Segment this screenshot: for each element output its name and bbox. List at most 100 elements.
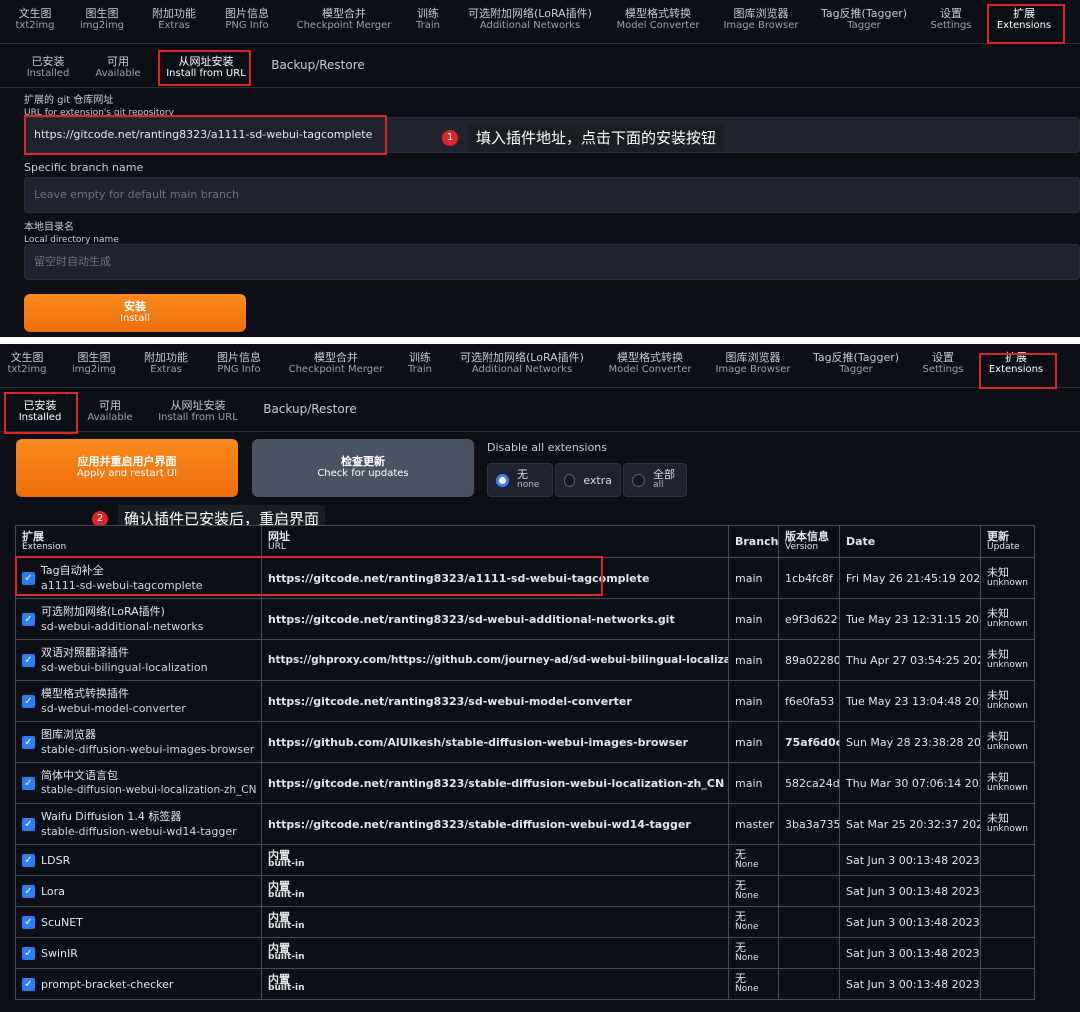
subtab-available[interactable]: 可用 Available bbox=[92, 56, 144, 80]
subtab-backup-restore[interactable]: Backup/Restore bbox=[270, 59, 366, 71]
update-cell: 未知 unknown bbox=[980, 721, 1035, 763]
tab-txt2img[interactable]: 文生图 txt2img bbox=[14, 8, 56, 32]
tab-png-info[interactable]: 图片信息 PNG Info bbox=[220, 8, 274, 32]
extension-cell: ✓ 模型格式转换插件 sd-webui-model-converter bbox=[15, 680, 262, 722]
enable-checkbox[interactable]: ✓ bbox=[22, 915, 35, 929]
date-cell: Sat Jun 3 00:13:48 2023 bbox=[839, 906, 981, 938]
radio-none[interactable]: 无 none bbox=[487, 463, 553, 497]
tab-label-en: PNG Info bbox=[225, 20, 269, 31]
url-link[interactable]: https://gitcode.net/ranting8323/stable-d… bbox=[261, 762, 729, 804]
subtab-label-en: Install from URL bbox=[166, 68, 246, 79]
tab-checkpoint-merger[interactable]: 模型合并 Checkpoint Merger bbox=[296, 8, 392, 32]
update-cell: 未知 unknown bbox=[980, 598, 1035, 640]
version-cell: 89a02280 bbox=[778, 639, 840, 681]
tab-label-cn: 模型合并 bbox=[314, 351, 358, 364]
enable-checkbox[interactable]: ✓ bbox=[22, 884, 35, 898]
subtab-install-from-url[interactable]: 从网址安装 Install from URL bbox=[156, 400, 240, 424]
tab-model-converter[interactable]: 模型格式转换 Model Converter bbox=[606, 352, 694, 376]
enable-checkbox[interactable]: ✓ bbox=[22, 776, 35, 790]
tab-label-cn: 可选附加网络(LoRA插件) bbox=[468, 7, 592, 20]
local-dir-label: 本地目录名 Local directory name bbox=[24, 222, 119, 246]
local-dir-input[interactable]: 留空时自动生成 bbox=[24, 244, 1080, 280]
extension-title: Tag自动补全 bbox=[41, 564, 104, 577]
git-url-label: 扩展的 git 仓库网址 URL for extension's git repo… bbox=[24, 95, 174, 119]
branch-en: None bbox=[735, 984, 759, 994]
tab-extensions[interactable]: 扩展 Extensions bbox=[984, 352, 1048, 376]
tab-settings[interactable]: 设置 Settings bbox=[926, 8, 976, 32]
subtab-install-from-url[interactable]: 从网址安装 Install from URL bbox=[164, 56, 248, 80]
enable-checkbox[interactable]: ✓ bbox=[22, 571, 35, 585]
tab-label-en: Settings bbox=[922, 364, 964, 375]
tab-extensions[interactable]: 扩展 Extensions bbox=[992, 8, 1056, 32]
update-cell: 未知 unknown bbox=[980, 762, 1035, 804]
branch-en: None bbox=[735, 922, 759, 932]
enable-checkbox[interactable]: ✓ bbox=[22, 946, 35, 960]
radio-all[interactable]: 全部 all bbox=[623, 463, 687, 497]
tab-additional-networks[interactable]: 可选附加网络(LoRA插件) Additional Networks bbox=[464, 8, 596, 32]
subtab-available[interactable]: 可用 Available bbox=[84, 400, 136, 424]
subtab-label-cn: 可用 bbox=[99, 399, 121, 412]
subtab-installed[interactable]: 已安装 Installed bbox=[24, 56, 72, 80]
table-row: ✓ Tag自动补全 a1111-sd-webui-tagcomplete https… bbox=[15, 557, 1035, 599]
url-link[interactable]: https://gitcode.net/ranting8323/a1111-sd… bbox=[261, 557, 729, 599]
extension-name: 双语对照翻译插件 sd-webui-bilingual-localization bbox=[41, 645, 208, 675]
tab-img2img[interactable]: 图生图 img2img bbox=[78, 8, 126, 32]
url-link[interactable]: https://gitcode.net/ranting8323/sd-webui… bbox=[261, 598, 729, 640]
tab-image-browser[interactable]: 图库浏览器 Image Browser bbox=[720, 8, 802, 32]
branch-name-input[interactable]: Leave empty for default main branch bbox=[24, 177, 1080, 213]
tab-label-cn: 设置 bbox=[932, 351, 954, 364]
url-link[interactable]: https://gitcode.net/ranting8323/sd-webui… bbox=[261, 680, 729, 722]
tab-checkpoint-merger[interactable]: 模型合并 Checkpoint Merger bbox=[288, 352, 384, 376]
extension-title: 双语对照翻译插件 bbox=[41, 646, 129, 659]
url-cell: 内置 built-in bbox=[261, 906, 729, 938]
tab-txt2img[interactable]: 文生图 txt2img bbox=[6, 352, 48, 376]
radio-extra[interactable]: extra bbox=[555, 463, 621, 497]
subtab-label-en: Install from URL bbox=[158, 412, 238, 423]
version-cell bbox=[778, 937, 840, 969]
subtab-backup-restore[interactable]: Backup/Restore bbox=[262, 403, 358, 415]
enable-checkbox[interactable]: ✓ bbox=[22, 612, 35, 626]
enable-checkbox[interactable]: ✓ bbox=[22, 853, 35, 867]
update-cell bbox=[980, 906, 1035, 938]
enable-checkbox[interactable]: ✓ bbox=[22, 977, 35, 991]
update-en: unknown bbox=[987, 824, 1028, 834]
tab-label-cn: 文生图 bbox=[18, 7, 52, 20]
annotation-step-1: 1 填入插件地址，点击下面的安装按钮 bbox=[442, 123, 725, 152]
button-label-cn: 检查更新 bbox=[341, 455, 385, 468]
tab-additional-networks[interactable]: 可选附加网络(LoRA插件) Additional Networks bbox=[456, 352, 588, 376]
date-cell: Sat Jun 3 00:13:48 2023 bbox=[839, 968, 981, 1000]
tab-train[interactable]: 训练 Train bbox=[402, 352, 438, 376]
tab-label-cn: 图片信息 bbox=[217, 351, 261, 364]
button-label-en: Check for updates bbox=[317, 468, 409, 479]
tab-label-cn: 扩展 bbox=[1005, 351, 1027, 364]
tab-settings[interactable]: 设置 Settings bbox=[918, 352, 968, 376]
check-updates-button[interactable]: 检查更新 Check for updates bbox=[252, 439, 474, 497]
tab-extras[interactable]: 附加功能 Extras bbox=[148, 8, 200, 32]
tab-image-browser[interactable]: 图库浏览器 Image Browser bbox=[712, 352, 794, 376]
enable-checkbox[interactable]: ✓ bbox=[22, 817, 35, 831]
extension-cell: ✓ SwinIR bbox=[15, 937, 262, 969]
tab-model-converter[interactable]: 模型格式转换 Model Converter bbox=[614, 8, 702, 32]
apply-restart-button[interactable]: 应用并重启用户界面 Apply and restart UI bbox=[16, 439, 238, 497]
tab-train[interactable]: 训练 Train bbox=[410, 8, 446, 32]
update-cell: 未知 unknown bbox=[980, 680, 1035, 722]
radio-label: 全部 all bbox=[653, 469, 675, 491]
enable-checkbox[interactable]: ✓ bbox=[22, 653, 35, 667]
enable-checkbox[interactable]: ✓ bbox=[22, 735, 35, 749]
tab-label-en: Extensions bbox=[988, 364, 1044, 375]
url-link[interactable]: https://ghproxy.com/https://github.com/j… bbox=[261, 639, 729, 681]
tab-label-en: Train bbox=[416, 20, 440, 31]
update-cell bbox=[980, 875, 1035, 907]
tab-tagger[interactable]: Tag反推(Tagger) Tagger bbox=[810, 352, 902, 376]
enable-checkbox[interactable]: ✓ bbox=[22, 694, 35, 708]
tab-png-info[interactable]: 图片信息 PNG Info bbox=[212, 352, 266, 376]
tab-img2img[interactable]: 图生图 img2img bbox=[70, 352, 118, 376]
update-cell: 未知 unknown bbox=[980, 803, 1035, 845]
url-link[interactable]: https://github.com/AlUlkesh/stable-diffu… bbox=[261, 721, 729, 763]
subtab-installed[interactable]: 已安装 Installed bbox=[16, 400, 64, 424]
install-button[interactable]: 安装 Install bbox=[24, 294, 246, 332]
tab-label-en: Model Converter bbox=[608, 364, 692, 375]
tab-extras[interactable]: 附加功能 Extras bbox=[140, 352, 192, 376]
url-link[interactable]: https://gitcode.net/ranting8323/stable-d… bbox=[261, 803, 729, 845]
tab-tagger[interactable]: Tag反推(Tagger) Tagger bbox=[818, 8, 910, 32]
